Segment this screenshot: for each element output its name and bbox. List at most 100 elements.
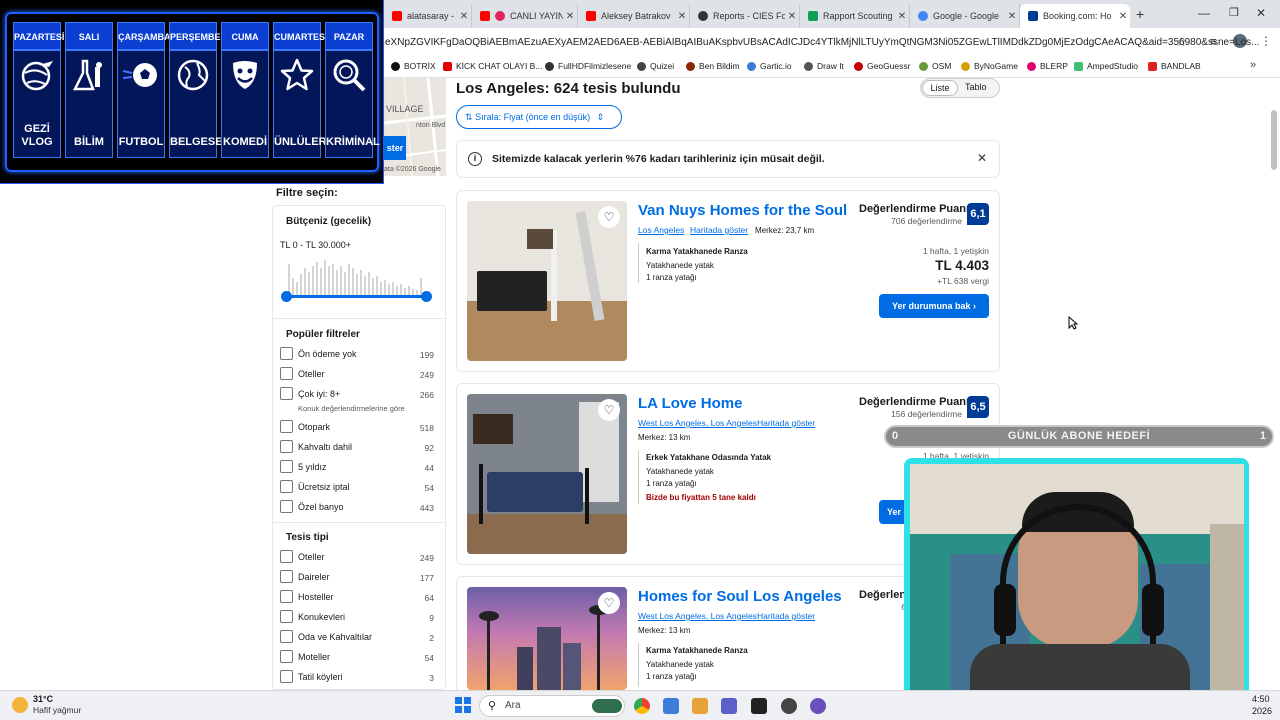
browser-tab-active[interactable]: Booking.com: Ho ✕ <box>1020 4 1130 28</box>
browser-tab[interactable]: Rapport Scouting ✕ <box>800 4 910 28</box>
favorite-heart-icon[interactable]: ♡ <box>598 592 620 614</box>
budget-slider-track[interactable] <box>286 295 427 298</box>
filter-checkbox[interactable] <box>280 347 293 360</box>
category-card: ÜNLÜLER <box>273 50 327 158</box>
scarcity-warning: Bizde bu fiyattan 5 tane kaldı <box>646 493 756 502</box>
epic-games-icon[interactable] <box>751 698 767 714</box>
list-view-button[interactable]: Liste <box>922 80 958 96</box>
filter-checkbox[interactable] <box>280 550 293 563</box>
bookmark-item[interactable]: BOTRİX <box>391 61 436 71</box>
category-card: FUTBOL <box>117 50 165 158</box>
close-tab-icon[interactable]: ✕ <box>675 11 689 22</box>
property-name[interactable]: LA Love Home <box>638 395 742 412</box>
close-tab-icon[interactable]: ✕ <box>895 11 909 22</box>
location-link[interactable]: West Los Angeles, Los Angeles <box>638 611 757 621</box>
app-icon[interactable] <box>663 698 679 714</box>
bookmark-item[interactable]: Quizei <box>637 61 674 71</box>
filter-checkbox[interactable] <box>280 440 293 453</box>
file-explorer-icon[interactable] <box>692 698 708 714</box>
close-tab-icon[interactable]: ✕ <box>457 11 471 22</box>
browser-tab[interactable]: Reports - CIES Fo ✕ <box>690 4 800 28</box>
filter-checkbox[interactable] <box>280 670 293 683</box>
filter-checkbox[interactable] <box>280 650 293 663</box>
location-link[interactable]: West Los Angeles, Los Angeles <box>638 418 757 428</box>
close-tab-icon[interactable]: ✕ <box>785 11 799 22</box>
rating-score-badge[interactable]: 6,5 <box>967 396 989 418</box>
table-view-button[interactable]: Tablo <box>965 82 987 92</box>
windows-start-icon[interactable] <box>455 697 471 713</box>
filter-checkbox[interactable] <box>280 367 293 380</box>
close-tab-icon[interactable]: ✕ <box>1116 11 1130 22</box>
show-on-map-link[interactable]: Haritada göster <box>757 418 815 428</box>
minimize-button[interactable]: — <box>1198 6 1210 20</box>
bookmark-item[interactable]: ByNoGame <box>961 61 1018 71</box>
filter-count: 2 <box>429 633 434 643</box>
more-bookmarks-icon[interactable]: » <box>1250 59 1256 71</box>
category-label: ÜNLÜLER <box>274 136 327 148</box>
chrome-icon[interactable] <box>634 698 650 714</box>
show-on-map-link[interactable]: Haritada göster <box>757 611 815 621</box>
close-tab-icon[interactable]: ✕ <box>563 11 577 22</box>
menu-icon[interactable]: ⋮ <box>1260 34 1272 48</box>
filter-count: 518 <box>419 423 434 433</box>
filter-checkbox[interactable] <box>280 387 293 400</box>
browser-tab[interactable]: alatasaray - You✕ <box>384 4 472 28</box>
bookmark-item[interactable]: AmpedStudio <box>1074 61 1138 71</box>
category-label: BİLİM <box>74 136 104 148</box>
budget-slider-max-handle[interactable] <box>421 291 432 302</box>
bookmark-item[interactable]: GeoGuessr <box>854 61 910 71</box>
filter-checkbox[interactable] <box>280 500 293 513</box>
browser-tab[interactable]: CANLI YAYIN |✕ <box>472 4 578 28</box>
filter-checkbox[interactable] <box>280 570 293 583</box>
budget-slider-min-handle[interactable] <box>281 291 292 302</box>
see-availability-button[interactable]: Yer durumuna bak › <box>879 294 989 318</box>
restore-button[interactable]: ❐ <box>1229 6 1239 19</box>
weather-icon[interactable] <box>12 697 28 713</box>
bookmark-item[interactable]: BANDLAB <box>1148 61 1201 71</box>
new-tab-button[interactable]: + <box>1136 6 1144 22</box>
category-card: BİLİM <box>65 50 113 158</box>
close-window-button[interactable]: ✕ <box>1256 6 1266 20</box>
close-icon[interactable]: ✕ <box>977 151 987 165</box>
bookmark-item[interactable]: OSM <box>919 61 951 71</box>
favorite-heart-icon[interactable]: ♡ <box>598 206 620 228</box>
browser-tab[interactable]: Aleksey Batrakov ✕ <box>578 4 690 28</box>
browser-tab[interactable]: Google - Google ✕ <box>910 4 1020 28</box>
app-icon[interactable] <box>810 698 826 714</box>
map-preview[interactable]: VILLAGE ster nton Blvd ata ©2026 Google <box>384 78 446 176</box>
magnifier-icon <box>333 59 366 92</box>
bookmark-item[interactable]: Draw It <box>804 61 844 71</box>
page-scrollbar[interactable] <box>1271 110 1277 170</box>
day-label: PERŞEMBE <box>169 22 221 50</box>
obs-icon[interactable] <box>781 698 797 714</box>
filter-title: Filtre seçin: <box>276 187 338 199</box>
bookmark-item[interactable]: KİCK CHAT OLAYI B... <box>443 61 542 71</box>
bookmark-icon <box>919 61 928 71</box>
rating-score-badge[interactable]: 6,1 <box>967 203 989 225</box>
filter-checkbox[interactable] <box>280 420 293 433</box>
bookmark-item[interactable]: Gartic.io <box>747 61 792 71</box>
property-name[interactable]: Van Nuys Homes for the Soul <box>638 202 847 219</box>
bookmark-item[interactable]: BLERP <box>1027 61 1068 71</box>
taskbar-search[interactable]: ⚲ Ara <box>479 695 625 717</box>
favorite-heart-icon[interactable]: ♡ <box>598 399 620 421</box>
filter-checkbox[interactable] <box>280 480 293 493</box>
filter-checkbox[interactable] <box>280 630 293 643</box>
filter-count: 443 <box>419 503 434 513</box>
teams-icon[interactable] <box>721 698 737 714</box>
bookmark-icon <box>637 61 646 71</box>
show-on-map-button[interactable]: ster <box>384 136 406 160</box>
show-on-map-link[interactable]: Haritada göster <box>690 225 748 235</box>
filter-checkbox[interactable] <box>280 610 293 623</box>
property-name[interactable]: Homes for Soul Los Angeles <box>638 588 842 605</box>
url-text[interactable]: eXNpZGVIKFgDaOQBiAEBmAEzuAEXyAEM2AED6AEB… <box>385 37 1259 48</box>
bookmark-item[interactable]: FullHDFilmizlesene <box>545 61 631 71</box>
bed-type: Yatakhanede yatak <box>646 467 714 476</box>
football-icon <box>698 11 708 21</box>
close-tab-icon[interactable]: ✕ <box>1005 11 1019 22</box>
sort-dropdown[interactable]: ⇅ Sırala: Fiyat (önce en düşük) ⇕ <box>456 105 622 129</box>
filter-checkbox[interactable] <box>280 460 293 473</box>
location-link[interactable]: Los Angeles <box>638 225 684 235</box>
bookmark-item[interactable]: Ben Bildim <box>686 61 740 71</box>
filter-checkbox[interactable] <box>280 590 293 603</box>
